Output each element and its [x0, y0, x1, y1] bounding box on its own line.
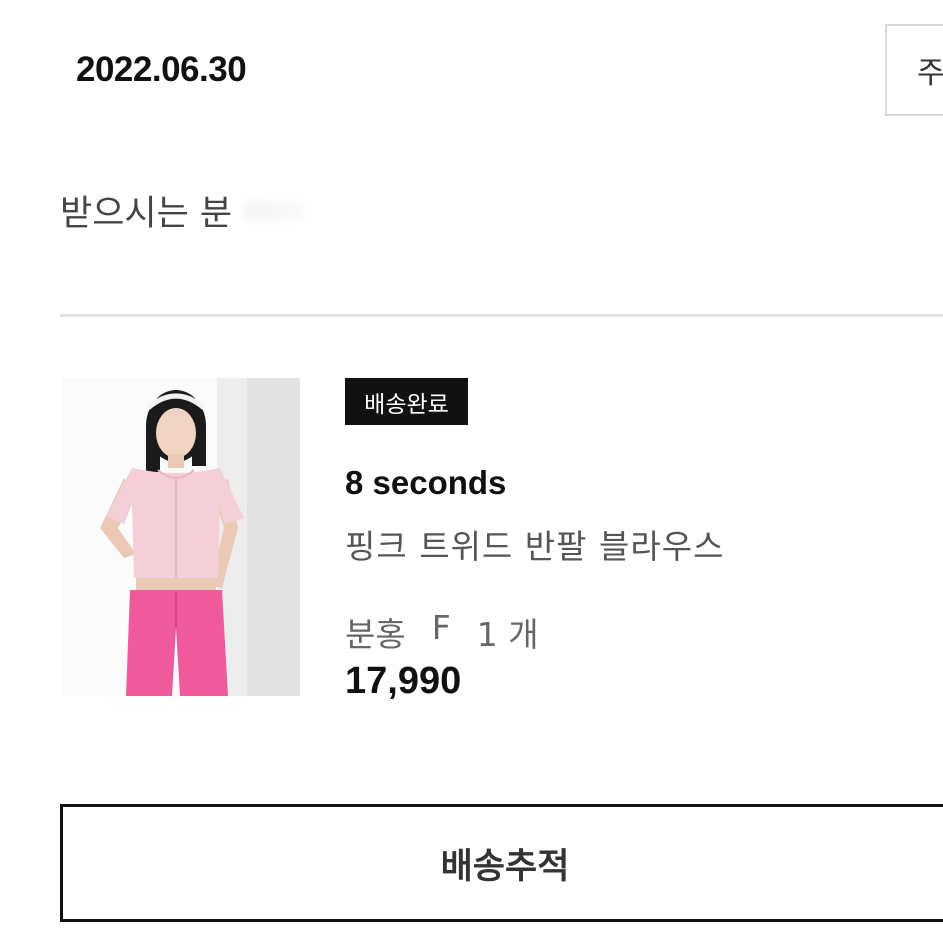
recipient-label: 받으시는 분 — [60, 194, 233, 234]
recipient-name-redacted — [244, 200, 305, 221]
order-detail-button[interactable]: 주 — [885, 24, 943, 116]
option-size: F — [431, 608, 451, 647]
product-options: 분홍 F 1 개 — [345, 608, 539, 656]
delivery-status-badge: 배송완료 — [345, 378, 468, 425]
product-name[interactable]: 핑크 트위드 반팔 블라우스 — [345, 520, 724, 568]
product-thumbnail[interactable] — [62, 378, 300, 696]
option-color: 분홍 — [345, 615, 406, 654]
product-photo-icon — [62, 378, 300, 696]
order-history-page: 2022.06.30 주 받으시는 분 배송완료 8 seconds 핑크 트위… — [0, 0, 943, 943]
section-divider — [60, 314, 943, 317]
delivery-tracking-button[interactable]: 배송추적 — [60, 804, 943, 922]
recipient-row: 받으시는 분 — [60, 185, 305, 236]
brand-name: 8 seconds — [345, 464, 507, 501]
order-date: 2022.06.30 — [76, 50, 247, 89]
product-price: 17,990 — [345, 660, 462, 702]
option-quantity: 1 개 — [476, 615, 539, 654]
